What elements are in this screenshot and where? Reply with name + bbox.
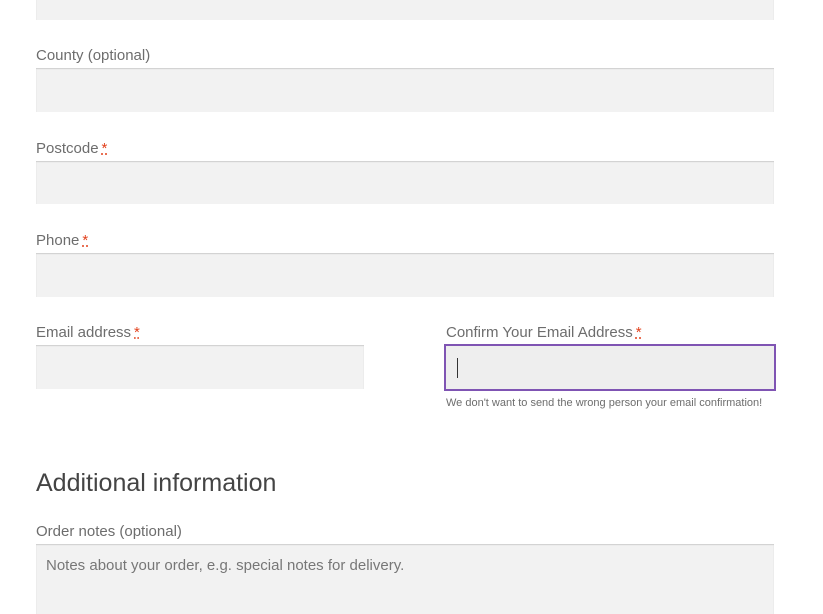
confirm-email-help-text: We don't want to send the wrong person y… (446, 397, 763, 409)
required-mark: * (101, 140, 108, 157)
postcode-input[interactable] (36, 161, 774, 204)
email-input[interactable] (36, 345, 364, 389)
phone-label-text: Phone (36, 232, 80, 249)
previous-field-input[interactable] (36, 0, 774, 20)
county-label: County (optional) (36, 47, 150, 65)
required-mark: * (134, 324, 140, 341)
email-label-text: Email address (36, 324, 132, 341)
postcode-label-text: Postcode (36, 140, 99, 157)
confirm-email-input[interactable] (444, 344, 776, 391)
order-notes-placeholder: Notes about your order, e.g. special not… (46, 557, 405, 574)
order-notes-textarea[interactable]: Notes about your order, e.g. special not… (36, 544, 774, 614)
email-label: Email address * (36, 324, 140, 342)
confirm-email-label: Confirm Your Email Address * (446, 324, 642, 342)
postcode-label: Postcode * (36, 140, 107, 158)
required-mark: * (82, 232, 89, 249)
text-caret (457, 358, 458, 378)
county-input[interactable] (36, 68, 774, 112)
required-mark: * (635, 324, 642, 341)
confirm-email-label-text: Confirm Your Email Address (446, 324, 633, 341)
phone-label: Phone * (36, 232, 88, 250)
additional-information-heading: Additional information (36, 469, 277, 497)
county-label-text: County (optional) (36, 47, 151, 64)
phone-input[interactable] (36, 253, 774, 297)
order-notes-label: Order notes (optional) (36, 523, 182, 540)
